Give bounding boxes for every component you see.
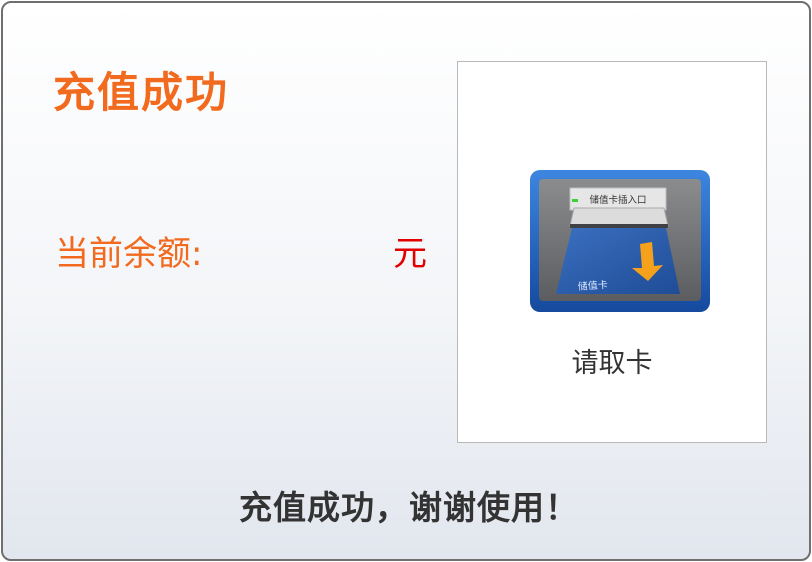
- page-title: 充值成功: [53, 68, 230, 117]
- footer-message: 充值成功，谢谢使用！: [239, 488, 579, 527]
- slot-label: 储值卡插入口: [589, 194, 646, 206]
- balance-label: 当前余额:: [55, 234, 203, 274]
- card-slot-opening: [570, 224, 668, 228]
- take-card-box: 储值卡插入口 储值卡 请取卡: [457, 61, 767, 443]
- take-card-prompt: 请取卡: [571, 348, 653, 379]
- card-slot-illustration: 储值卡插入口 储值卡: [530, 170, 710, 312]
- recharge-result-panel: 充值成功 当前余额: 元 储值卡插入口 储值卡 请取卡 充值成功，谢谢使用！: [1, 1, 811, 561]
- slot-indicator-light: [572, 199, 578, 202]
- balance-unit: 元: [393, 234, 427, 274]
- card-shape: [556, 228, 680, 294]
- card-slot: [569, 207, 669, 227]
